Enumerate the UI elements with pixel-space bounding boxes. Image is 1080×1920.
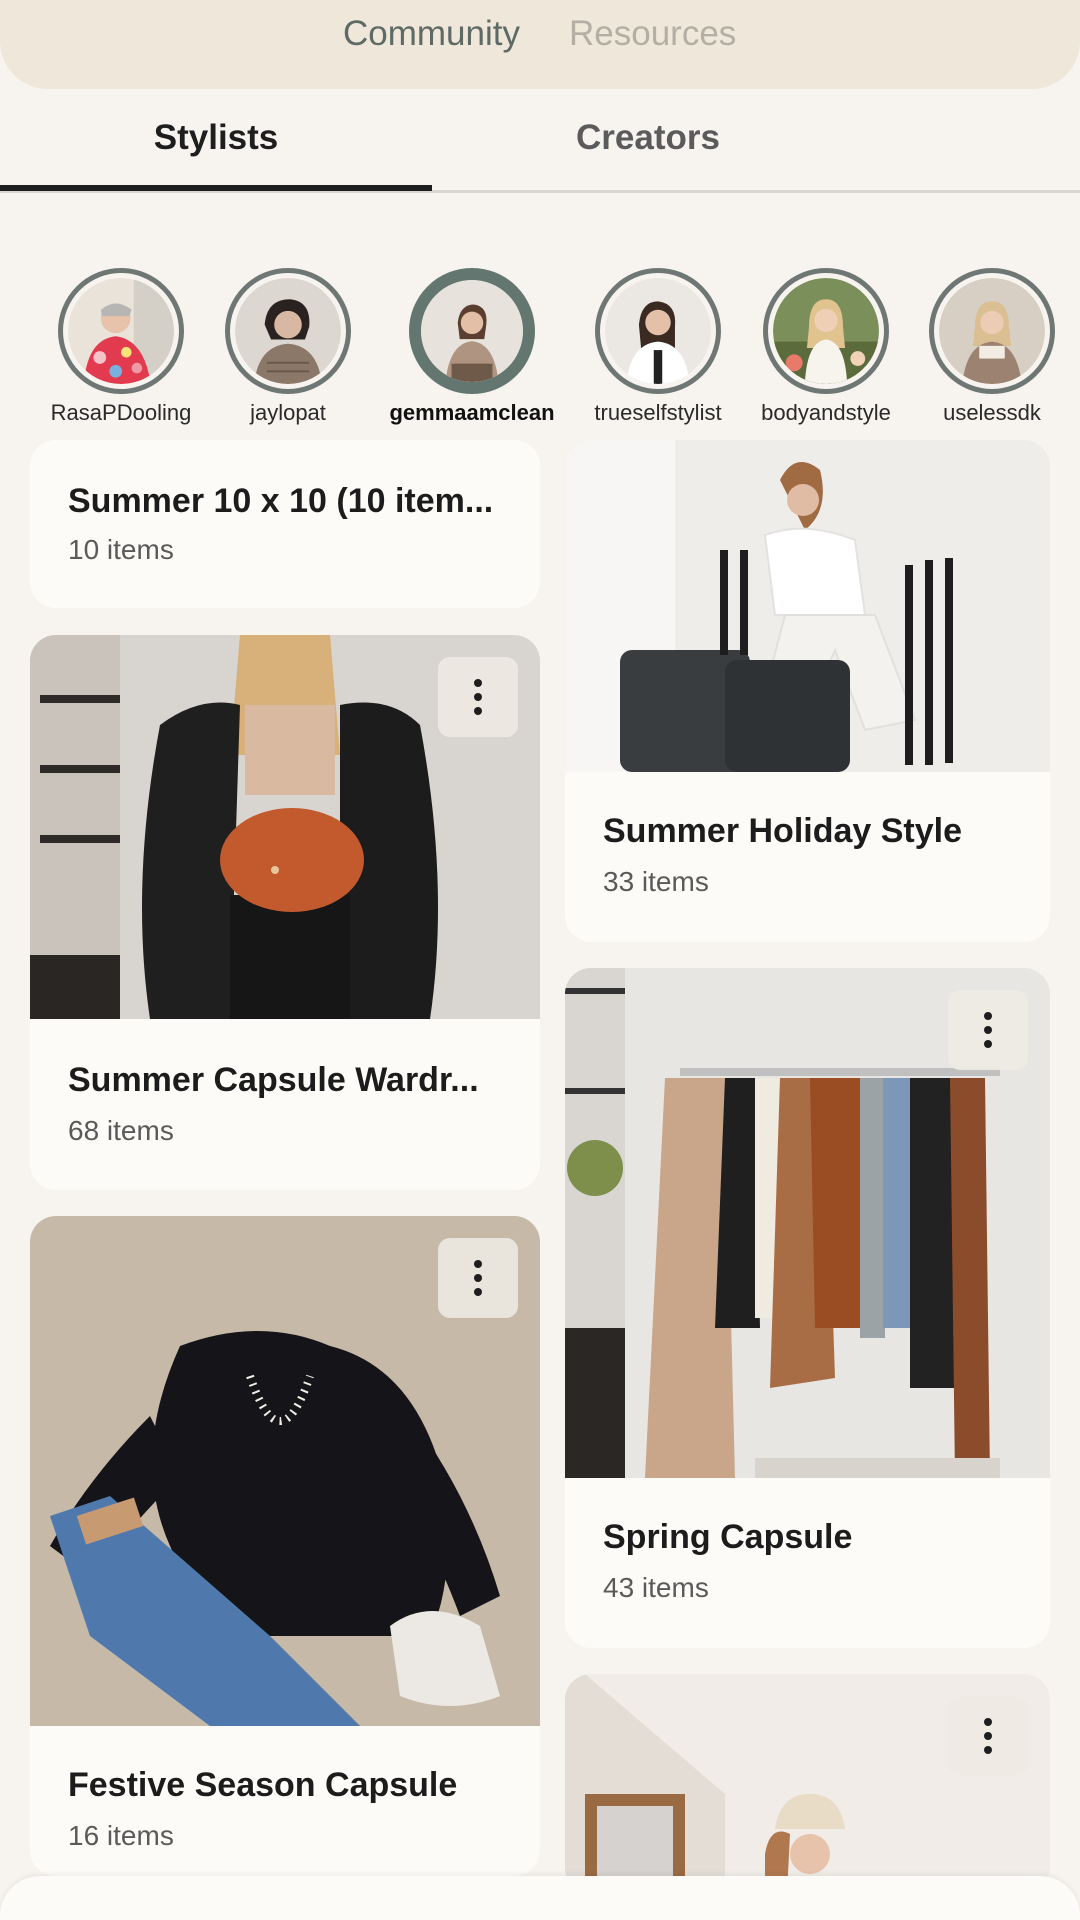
card-item-count: 43 items [603, 1572, 709, 1603]
collection-card[interactable] [565, 1674, 1050, 1894]
avatar [929, 268, 1055, 394]
avatar-image [421, 280, 523, 382]
avatar-image [235, 278, 341, 384]
avatar [595, 268, 721, 394]
stylist-avatar-rasapdooling[interactable]: RasaPDooling [36, 268, 206, 426]
stylist-name: trueselfstylist [594, 400, 722, 425]
card-title: Summer Capsule Wardr... [68, 1061, 479, 1099]
card-image [565, 440, 1050, 772]
card-item-count: 33 items [603, 866, 709, 897]
collection-card[interactable]: Spring Capsule 43 items [565, 968, 1050, 1648]
sub-tabs: Stylists Creators [0, 100, 1080, 193]
avatar-image [773, 278, 879, 384]
avatar [58, 268, 184, 394]
tab-resources[interactable]: Resources [569, 14, 736, 54]
bottom-sheet-handle[interactable] [0, 1876, 1080, 1920]
card-item-count: 16 items [68, 1820, 174, 1851]
stylist-avatar-trueselfstylist[interactable]: trueselfstylist [573, 268, 743, 426]
card-title: Festive Season Capsule [68, 1766, 458, 1804]
stylist-avatar-jaylopat[interactable]: jaylopat [203, 268, 373, 426]
stylist-avatar-row: RasaPDooling jaylopat gemmaamclean trues… [0, 268, 1080, 428]
avatar-image [605, 278, 711, 384]
avatar-image [939, 278, 1045, 384]
more-options-button[interactable] [948, 1696, 1028, 1776]
card-item-count: 10 items [68, 534, 174, 565]
avatar-image [68, 278, 174, 384]
stylist-name: jaylopat [250, 400, 326, 425]
more-vertical-icon [474, 1260, 482, 1296]
more-options-button[interactable] [438, 1238, 518, 1318]
more-vertical-icon [474, 679, 482, 715]
stylist-name: uselessdk [943, 400, 1041, 425]
stylist-name: RasaPDooling [50, 400, 192, 425]
stylist-avatar-uselessdk[interactable]: uselessdk [907, 268, 1077, 426]
collection-card[interactable]: Summer Holiday Style 33 items [565, 440, 1050, 942]
tab-creators[interactable]: Creators [432, 118, 864, 158]
more-options-button[interactable] [438, 657, 518, 737]
card-title: Summer Holiday Style [603, 812, 963, 850]
avatar [763, 268, 889, 394]
collection-card[interactable]: Summer Capsule Wardr... 68 items [30, 635, 540, 1190]
stylist-name: gemmaamclean [389, 400, 555, 425]
avatar [225, 268, 351, 394]
collection-card[interactable]: Festive Season Capsule 16 items [30, 1216, 540, 1876]
top-header: Community Resources [0, 0, 1080, 89]
more-options-button[interactable] [948, 990, 1028, 1070]
more-vertical-icon [984, 1718, 992, 1754]
tab-stylists[interactable]: Stylists [0, 118, 432, 158]
stylist-avatar-bodyandstyle[interactable]: bodyandstyle [741, 268, 911, 426]
active-tab-indicator [0, 185, 432, 191]
collection-card[interactable]: Summer 10 x 10 (10 item... 10 items [30, 440, 540, 608]
tab-community[interactable]: Community [343, 14, 520, 54]
card-item-count: 68 items [68, 1115, 174, 1146]
card-title: Summer 10 x 10 (10 item... [68, 482, 494, 520]
card-title: Spring Capsule [603, 1518, 853, 1556]
more-vertical-icon [984, 1012, 992, 1048]
avatar-selected [409, 268, 535, 394]
stylist-avatar-gemmaamclean[interactable]: gemmaamclean [387, 268, 557, 426]
stylist-name: bodyandstyle [761, 400, 891, 425]
